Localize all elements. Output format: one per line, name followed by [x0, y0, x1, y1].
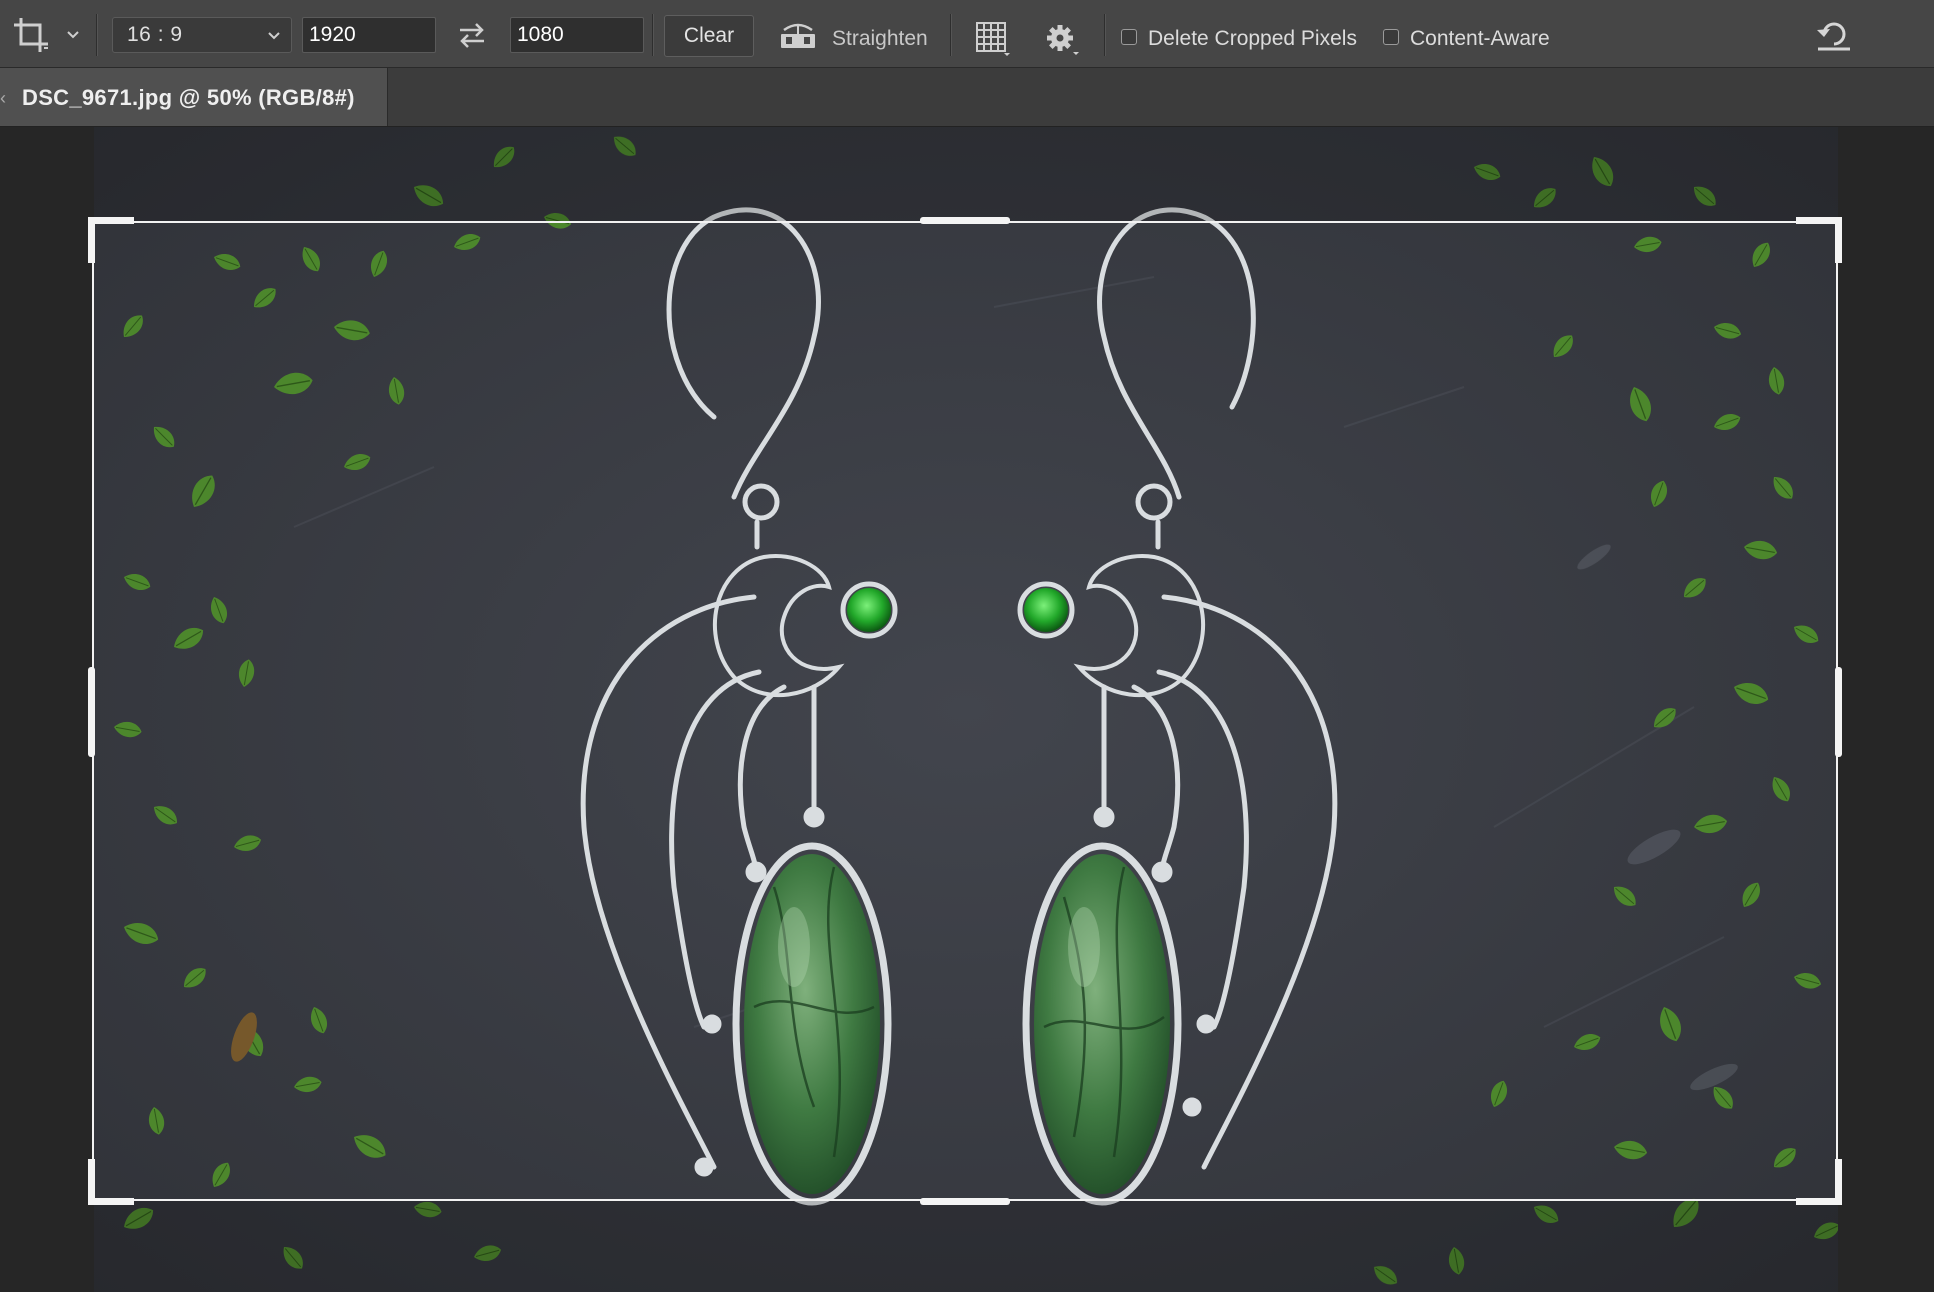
crop-icon[interactable]	[12, 16, 50, 54]
canvas-area[interactable]	[0, 127, 1934, 1292]
document-title: DSC_9671.jpg @ 50% (RGB/8#)	[22, 85, 355, 110]
document-tab-bar: ‹ DSC_9671.jpg @ 50% (RGB/8#)	[0, 68, 1934, 127]
height-field[interactable]: 1080	[510, 17, 644, 53]
straighten-button[interactable]: Straighten	[832, 27, 928, 51]
width-field[interactable]: 1920	[302, 17, 436, 53]
reset-icon[interactable]	[1814, 18, 1854, 52]
aspect-ratio-value: 16 : 9	[127, 23, 183, 46]
crop-handle-bottom[interactable]	[920, 1198, 1010, 1205]
crop-handle-top[interactable]	[920, 217, 1010, 224]
swap-arrows-icon[interactable]	[456, 20, 488, 50]
crop-shield-top	[94, 127, 1838, 221]
toolbar-divider	[950, 14, 952, 56]
straighten-icon[interactable]	[778, 22, 818, 50]
document-tab[interactable]: ‹ DSC_9671.jpg @ 50% (RGB/8#)	[0, 68, 388, 126]
options-bar: 16 : 9 1920 1080 Clear Straighten Delete…	[0, 0, 1934, 68]
toolbar-divider	[1104, 14, 1106, 56]
grid-overlay-icon[interactable]	[974, 20, 1010, 56]
crop-handle-left[interactable]	[88, 667, 95, 757]
delete-cropped-pixels-label[interactable]: Delete Cropped Pixels	[1148, 27, 1357, 51]
content-aware-checkbox[interactable]	[1383, 29, 1399, 45]
gear-icon[interactable]	[1044, 22, 1080, 56]
content-aware-label[interactable]: Content-Aware	[1410, 27, 1550, 51]
chevron-down-icon	[268, 32, 280, 40]
crop-handle-bottom-right[interactable]	[1835, 1159, 1842, 1205]
clear-button[interactable]: Clear	[664, 15, 754, 57]
crop-handle-right[interactable]	[1835, 667, 1842, 757]
toolbar-divider	[652, 14, 654, 56]
aspect-ratio-select[interactable]: 16 : 9	[112, 17, 292, 53]
crop-shield-bottom	[94, 1201, 1838, 1292]
toolbar-divider	[96, 14, 98, 56]
tab-close-icon[interactable]: ‹	[0, 88, 6, 108]
chevron-down-icon[interactable]	[64, 26, 82, 44]
crop-handle-bottom-left[interactable]	[88, 1159, 95, 1205]
crop-handle-top-left[interactable]	[88, 217, 95, 263]
crop-box[interactable]	[88, 217, 1842, 1205]
delete-cropped-pixels-checkbox[interactable]	[1121, 29, 1137, 45]
crop-handle-top-right[interactable]	[1835, 217, 1842, 263]
